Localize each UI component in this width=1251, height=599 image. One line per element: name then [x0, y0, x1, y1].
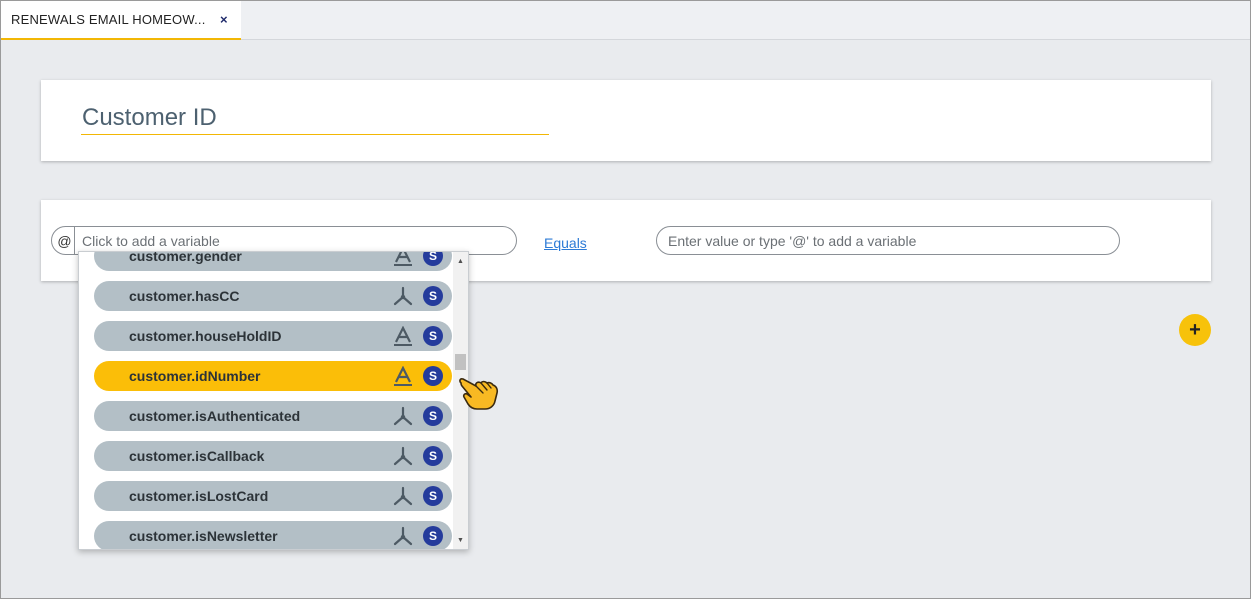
text-type-icon: [392, 365, 414, 386]
variable-item[interactable]: customer.isLostCard S: [94, 481, 452, 511]
text-type-icon: [392, 252, 414, 266]
scope-badge-icon: S: [423, 252, 443, 266]
variable-item[interactable]: customer.hasCC S: [94, 281, 452, 311]
add-condition-button[interactable]: +: [1179, 314, 1211, 346]
variable-item[interactable]: customer.isAuthenticated S: [94, 401, 452, 431]
scope-badge-icon: S: [423, 486, 443, 506]
variable-item[interactable]: customer.isCallback S: [94, 441, 452, 471]
variable-item-label: customer.isAuthenticated: [129, 408, 301, 424]
boolean-type-icon: [392, 486, 414, 506]
tab-title: RENEWALS EMAIL HOMEOW...: [11, 12, 206, 27]
variable-placeholder: Click to add a variable: [82, 233, 220, 249]
hand-pointer-icon: [459, 378, 499, 410]
scope-badge-icon: S: [423, 366, 443, 386]
boolean-type-icon: [392, 406, 414, 426]
at-icon[interactable]: @: [52, 227, 75, 254]
value-input[interactable]: [656, 226, 1120, 255]
name-card: Customer ID: [41, 80, 1211, 161]
boolean-type-icon: [392, 526, 414, 546]
tab-bar: RENEWALS EMAIL HOMEOW... ×: [1, 1, 1250, 40]
variable-item-label: customer.houseHoldID: [129, 328, 282, 344]
variable-item-label: customer.idNumber: [129, 368, 261, 384]
variable-item-label: customer.isLostCard: [129, 488, 269, 504]
scroll-down-arrow-icon[interactable]: ▼: [453, 533, 468, 547]
variable-item-label: customer.isCallback: [129, 448, 265, 464]
scope-badge-icon: S: [423, 406, 443, 426]
scope-badge-icon: S: [423, 526, 443, 546]
boolean-type-icon: [392, 446, 414, 466]
scope-badge-icon: S: [423, 446, 443, 466]
scope-badge-icon: S: [423, 326, 443, 346]
text-type-icon: [392, 325, 414, 346]
variable-item[interactable]: customer.houseHoldID S: [94, 321, 452, 351]
variable-item[interactable]: customer.idNumber S: [94, 361, 452, 391]
variable-item-label: customer.hasCC: [129, 288, 240, 304]
scroll-thumb[interactable]: [455, 354, 466, 370]
name-field[interactable]: Customer ID: [81, 102, 549, 135]
variable-item-label: customer.gender: [129, 252, 242, 264]
scope-badge-icon: S: [423, 286, 443, 306]
variable-dropdown: customer.gender Scustomer.hasCC Scustomer.…: [78, 251, 469, 550]
scroll-up-arrow-icon[interactable]: ▲: [453, 254, 468, 268]
tab-renewals-email[interactable]: RENEWALS EMAIL HOMEOW... ×: [1, 1, 241, 40]
variable-list: customer.gender Scustomer.hasCC Scustomer.…: [79, 252, 453, 549]
operator-link[interactable]: Equals: [544, 235, 587, 251]
variable-item-label: customer.isNewsletter: [129, 528, 278, 544]
close-icon[interactable]: ×: [220, 12, 228, 27]
variable-item[interactable]: customer.gender S: [94, 252, 452, 271]
boolean-type-icon: [392, 286, 414, 306]
variable-item[interactable]: customer.isNewsletter S: [94, 521, 452, 549]
